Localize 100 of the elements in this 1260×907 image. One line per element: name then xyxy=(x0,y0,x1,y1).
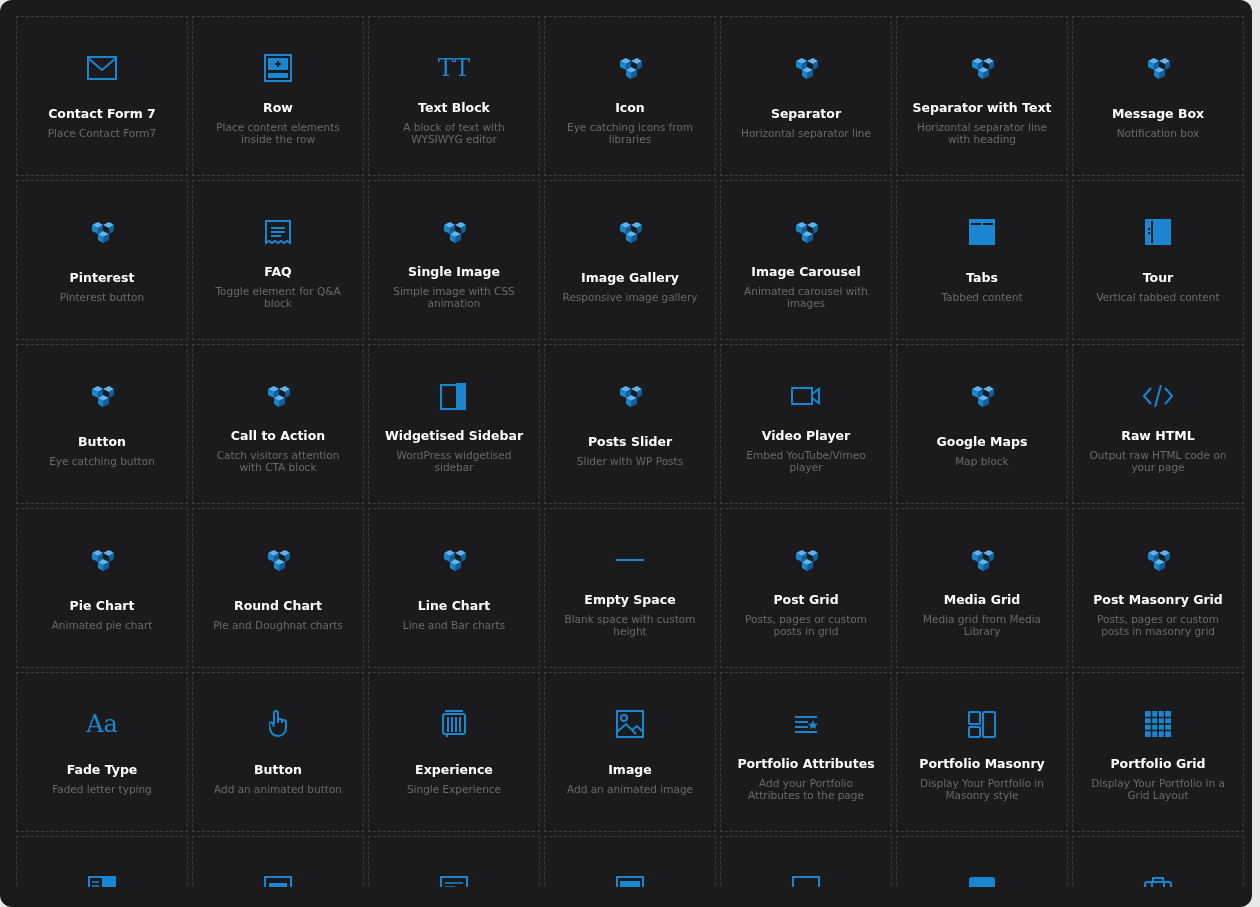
element-title: Call to Action xyxy=(230,427,326,445)
element-description: Place Contact Form7 xyxy=(47,127,157,139)
element-title: Contact Form 7 xyxy=(48,105,156,123)
element-title: Portfolio Masonry xyxy=(919,755,1045,773)
element-description: Eye catching button xyxy=(49,455,155,467)
element-tile[interactable]: Post Grid Posts, pages or custom posts in grid xyxy=(720,508,892,668)
element-description: A block of text with WYSIWYG editor xyxy=(402,121,506,145)
element-title: Posts Slider xyxy=(587,433,673,451)
cubes-icon xyxy=(617,221,643,243)
element-tile[interactable]: Tour Vertical tabbed content xyxy=(1072,180,1244,340)
element-description: Add an animated image xyxy=(566,783,693,795)
element-title: Line Chart xyxy=(417,597,491,615)
element-description: Animated carousel with images xyxy=(743,285,869,309)
element-description: Faded letter typing xyxy=(52,783,152,795)
cubes-icon xyxy=(969,549,995,571)
element-tile[interactable]: Posts Slider Slider with WP Posts xyxy=(544,344,716,504)
element-description: Horizontal separator line with heading xyxy=(916,121,1048,145)
cubes-icon xyxy=(617,385,643,407)
element-title: Raw HTML xyxy=(1121,427,1195,445)
element-title: Pie Chart xyxy=(69,597,135,615)
element-tile[interactable]: Row Place content elements inside the row xyxy=(192,16,364,176)
element-title: Portfolio Grid xyxy=(1110,755,1206,773)
cubes-icon xyxy=(793,549,819,571)
element-title: Experience xyxy=(415,761,493,779)
element-description: Animated pie chart xyxy=(51,619,153,631)
element-title: Video Player xyxy=(761,427,851,445)
text-format-icon: TT xyxy=(437,56,471,80)
masonry-layout-icon xyxy=(968,710,996,738)
element-tile[interactable]: Call to Action Catch visitors attention with CTA block xyxy=(192,344,364,504)
cubes-icon xyxy=(1145,57,1171,79)
element-tile[interactable]: Portfolio Masonry Display Your Portfolio in Masonry style xyxy=(896,672,1068,832)
element-tile[interactable]: Separator with Text Horizontal separator line with heading xyxy=(896,16,1068,176)
element-tile[interactable]: Post Masonry Grid Posts, pages or custom posts in masonry grid xyxy=(1072,508,1244,668)
element-description: Single Experience xyxy=(406,783,502,795)
element-tile[interactable]: Pie Chart Animated pie chart xyxy=(16,508,188,668)
element-tile[interactable]: TT Text Block A block of text with WYSIWYG editor xyxy=(368,16,540,176)
element-description: Media grid from Media Library xyxy=(921,613,1043,637)
envelope-icon xyxy=(87,56,117,80)
plus-panel-icon xyxy=(264,54,292,82)
element-tile[interactable]: Tabs Tabbed content xyxy=(896,180,1068,340)
element-description: Tabbed content xyxy=(941,291,1023,303)
element-tile[interactable]: Line Chart Line and Bar charts xyxy=(368,508,540,668)
cubes-icon xyxy=(617,57,643,79)
element-title: Image Gallery xyxy=(581,269,679,287)
element-description: Simple image with CSS animation xyxy=(392,285,516,309)
archive-icon xyxy=(442,710,466,738)
element-description: Add your Portfolio Attributes to the page xyxy=(747,777,865,801)
element-description: Line and Bar charts xyxy=(402,619,506,631)
element-tile[interactable]: Google Maps Map block xyxy=(896,344,1068,504)
element-title: Single Image xyxy=(408,263,500,281)
element-tile[interactable]: Button Eye catching button xyxy=(16,344,188,504)
horizontal-line-icon xyxy=(616,558,644,562)
element-description: WordPress widgetised sidebar xyxy=(395,449,513,473)
element-description: Notification box xyxy=(1116,127,1200,139)
element-title: Separator xyxy=(770,105,842,123)
element-description: Blank space with custom height xyxy=(563,613,697,637)
element-title: Post Grid xyxy=(773,591,839,609)
element-description: Display Your Portfolio in a Grid Layout xyxy=(1090,777,1226,801)
element-tile[interactable]: Icon Eye catching icons from libraries xyxy=(544,16,716,176)
element-tile[interactable]: Pinterest Pinterest button xyxy=(16,180,188,340)
grid-icon xyxy=(1145,711,1171,737)
element-title: Separator with Text xyxy=(912,99,1052,117)
element-description: Display Your Portfolio in Masonry style xyxy=(919,777,1045,801)
element-tile[interactable]: Image Carousel Animated carousel with images xyxy=(720,180,892,340)
cubes-icon xyxy=(441,549,467,571)
element-tile[interactable]: Portfolio Attributes Add your Portfolio Attributes to the page xyxy=(720,672,892,832)
element-title: Image Carousel xyxy=(751,263,861,281)
element-title: Pinterest xyxy=(69,269,135,287)
element-tile[interactable]: Empty Space Blank space with custom height xyxy=(544,508,716,668)
element-tile[interactable]: Round Chart Pie and Doughnat charts xyxy=(192,508,364,668)
element-tile[interactable]: Image Gallery Responsive image gallery xyxy=(544,180,716,340)
element-title: Row xyxy=(263,99,293,117)
element-title: FAQ xyxy=(264,263,292,281)
element-tile[interactable]: Media Grid Media grid from Media Library xyxy=(896,508,1068,668)
element-tile[interactable]: Button Add an animated button xyxy=(192,672,364,832)
element-tile[interactable]: Separator Horizontal separator line xyxy=(720,16,892,176)
element-tile[interactable]: Image Add an animated image xyxy=(544,672,716,832)
cubes-icon xyxy=(793,57,819,79)
element-tile[interactable]: Aa Fade Type Faded letter typing xyxy=(16,672,188,832)
element-tile[interactable]: Experience Single Experience xyxy=(368,672,540,832)
element-title: Widgetised Sidebar xyxy=(384,427,524,445)
element-tile[interactable]: Video Player Embed YouTube/Vimeo player xyxy=(720,344,892,504)
element-description: Horizontal separator line xyxy=(741,127,871,139)
element-tile[interactable]: Raw HTML Output raw HTML code on your page xyxy=(1072,344,1244,504)
element-title: Portfolio Attributes xyxy=(737,755,875,773)
element-title: Google Maps xyxy=(936,433,1028,451)
cubes-icon xyxy=(89,221,115,243)
element-tile[interactable]: Message Box Notification box xyxy=(1072,16,1244,176)
cubes-icon xyxy=(265,549,291,571)
element-title: Tour xyxy=(1142,269,1174,287)
element-tile[interactable]: Contact Form 7 Place Contact Form7 xyxy=(16,16,188,176)
element-tile[interactable]: FAQ Toggle element for Q&A block xyxy=(192,180,364,340)
element-title: Empty Space xyxy=(584,591,676,609)
element-tile[interactable]: Portfolio Grid Display Your Portfolio in a Grid Layout xyxy=(1072,672,1244,832)
element-tile[interactable]: Single Image Simple image with CSS animation xyxy=(368,180,540,340)
element-tile[interactable]: Widgetised Sidebar WordPress widgetised sidebar xyxy=(368,344,540,504)
cubes-icon xyxy=(969,385,995,407)
element-description: Posts, pages or custom posts in masonry grid xyxy=(1096,613,1220,637)
element-title: Icon xyxy=(615,99,645,117)
element-description: Output raw HTML code on your page xyxy=(1088,449,1228,473)
